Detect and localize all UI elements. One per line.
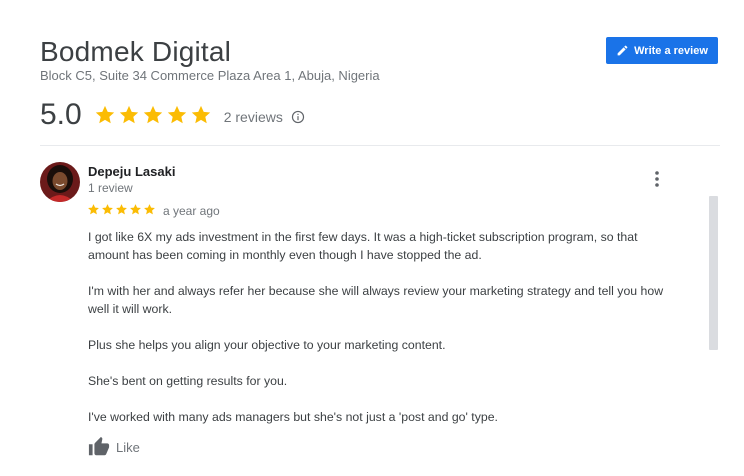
scrollbar[interactable] — [709, 196, 718, 350]
write-review-label: Write a review — [634, 44, 708, 57]
review-paragraph: I've worked with many ads managers but s… — [88, 410, 498, 424]
star-icon — [88, 204, 99, 215]
more-options-icon[interactable] — [650, 170, 664, 188]
review-date: a year ago — [163, 204, 220, 218]
star-icon — [130, 204, 141, 215]
divider — [40, 145, 720, 146]
star-icon — [119, 105, 138, 124]
pencil-icon — [617, 45, 628, 56]
like-button[interactable]: Like — [88, 436, 140, 458]
business-name: Bodmek Digital — [40, 36, 232, 67]
reviewer-review-count: 1 review — [88, 181, 133, 195]
info-icon[interactable] — [291, 110, 305, 124]
star-icon — [191, 105, 210, 124]
star-icon — [167, 105, 186, 124]
business-address: Block C5, Suite 34 Commerce Plaza Area 1… — [40, 68, 380, 83]
review-text: I got like 6X my ads investment in the f… — [88, 228, 678, 444]
star-icon — [95, 105, 114, 124]
review-paragraph: I got like 6X my ads investment in the f… — [88, 230, 638, 262]
star-icon — [116, 204, 127, 215]
review-count-link[interactable]: 2 reviews — [224, 109, 283, 125]
review-paragraph: I'm with her and always refer her becaus… — [88, 284, 664, 316]
rating-stars — [94, 104, 212, 126]
review-paragraph: Plus she helps you align your objective … — [88, 338, 446, 352]
thumbs-up-icon — [88, 436, 110, 456]
review-stars — [87, 203, 156, 216]
rating-value: 5.0 — [40, 98, 82, 131]
avatar[interactable] — [40, 162, 80, 202]
rating-summary: 5.0 2 reviews — [40, 98, 305, 132]
review-paragraph: She's bent on getting results for you. — [88, 374, 288, 388]
star-icon — [143, 105, 162, 124]
reviewer-name[interactable]: Depeju Lasaki — [88, 164, 175, 179]
star-icon — [144, 204, 155, 215]
like-label: Like — [116, 439, 140, 455]
star-icon — [102, 204, 113, 215]
write-review-button[interactable]: Write a review — [606, 37, 718, 64]
